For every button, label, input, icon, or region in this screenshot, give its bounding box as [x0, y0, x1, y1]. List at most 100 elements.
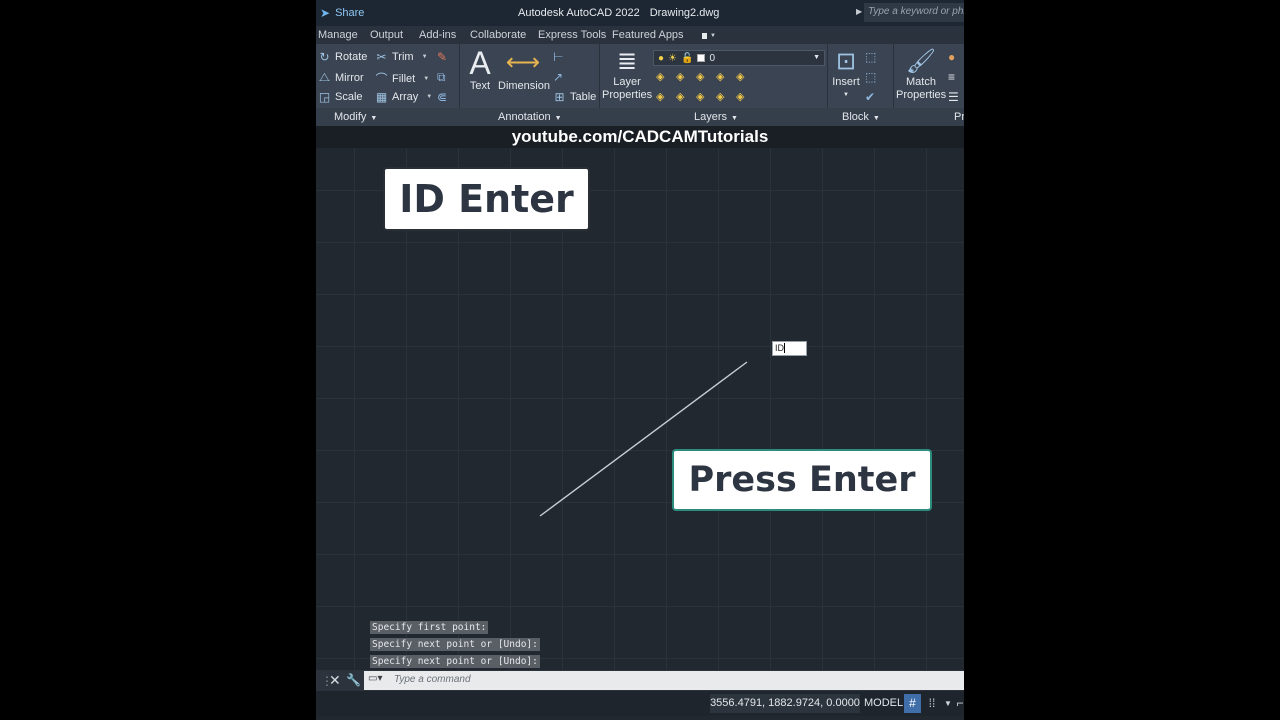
bulb-icon: ● — [658, 52, 665, 64]
chevron-down-icon[interactable]: ▼ — [942, 694, 954, 713]
layer-tool-icon[interactable]: ◈ — [736, 70, 744, 83]
block-panel-title[interactable]: Block ▼ — [842, 111, 880, 123]
lineweight-icon[interactable]: ≡ — [948, 70, 955, 84]
insert-label: Insert — [832, 76, 860, 88]
close-icon[interactable]: ✕ — [329, 672, 341, 689]
table-button[interactable]: ⊞ Table — [553, 90, 596, 104]
offset-icon[interactable]: ⋐ — [437, 90, 447, 104]
command-input[interactable]: ▭▾ Type a command — [364, 671, 964, 690]
edit-block-icon[interactable]: ⬚ — [865, 70, 876, 84]
linear-dimension-icon[interactable]: ⊢ — [553, 50, 563, 64]
share-button[interactable]: ➤ Share — [320, 6, 364, 20]
layer-tool-icon[interactable]: ◈ — [716, 70, 724, 83]
layers-panel-title[interactable]: Layers ▼ — [694, 111, 738, 123]
tab-manage[interactable]: Manage — [318, 29, 358, 41]
fillet-icon: ⌒ — [375, 72, 388, 86]
trim-label: Trim — [392, 51, 414, 63]
array-button[interactable]: ▦ Array ▼ — [375, 90, 432, 104]
layer-dropdown[interactable]: ● ☀ 🔓 0 ▼ — [653, 50, 825, 66]
layers-title-text: Layers — [694, 111, 728, 123]
fillet-button[interactable]: ⌒ Fillet ▼ — [375, 70, 429, 87]
ortho-icon[interactable]: ⌐ — [956, 694, 964, 713]
insert-button[interactable]: ⊡ Insert ▼ — [830, 48, 862, 102]
annotation-title-text: Annotation — [498, 111, 551, 123]
layer-tool-icon[interactable]: ◈ — [696, 70, 704, 83]
model-space-toggle[interactable]: MODEL — [864, 694, 903, 713]
grid-icon[interactable]: # — [904, 694, 921, 713]
wrench-icon[interactable]: 🔧 — [346, 673, 361, 687]
fillet-label: Fillet — [392, 72, 416, 85]
snap-icon[interactable]: ⁞⁞ — [924, 694, 940, 713]
callout-press-enter: Press Enter — [672, 449, 932, 511]
document-name: Drawing2.dwg — [649, 7, 720, 19]
drawing-canvas[interactable]: ID Enter ID Press Enter Specify first po… — [316, 148, 964, 670]
color-swatch — [697, 54, 706, 62]
color-wheel-icon[interactable]: ● — [948, 50, 955, 64]
chevron-down-icon: ▼ — [421, 54, 428, 60]
window-icon — [702, 33, 708, 39]
help-search-input[interactable]: Type a keyword or phrase — [864, 3, 964, 22]
ribbon-tabs: Manage Output Add-ins Collaborate Expres… — [316, 26, 964, 44]
layer-tool-icon[interactable]: ◈ — [736, 90, 744, 103]
insert-block-icon: ⊡ — [835, 48, 857, 75]
ribbon-panel: ↻ Rotate ⧍ Mirror ◲ Scale ✂ Trim ▼ ⌒ Fillet ▼ ▦… — [316, 44, 964, 126]
dimension-label: Dimension — [498, 80, 550, 92]
dimension-button[interactable]: ⟷ Dimension — [498, 46, 550, 93]
layer-tool-icon[interactable]: ◈ — [676, 70, 684, 83]
mirror-button[interactable]: ⧍ Mirror — [318, 70, 364, 85]
command-history-line: Specify next point or [Undo]: — [370, 655, 540, 668]
layer-tool-icon[interactable]: ◈ — [696, 90, 704, 103]
copy-icon[interactable]: ⧉ — [437, 70, 446, 85]
caret-right-icon[interactable]: ▶ — [856, 7, 862, 16]
banner-url-text: youtube.com/CADCAMTutorials — [511, 127, 769, 146]
text-button[interactable]: A Text — [468, 46, 492, 93]
chevron-down-icon: ▼ — [710, 33, 716, 39]
block-title-text: Block — [842, 111, 869, 123]
attribute-icon[interactable]: ✔ — [865, 90, 875, 104]
tab-collaborate[interactable]: Collaborate — [470, 29, 526, 41]
tab-express-tools[interactable]: Express Tools — [538, 29, 606, 41]
layer-properties-label-line1: Layer — [613, 76, 641, 88]
erase-icon[interactable]: ✎ — [437, 50, 447, 64]
command-history-line: Specify next point or [Undo]: — [370, 638, 540, 651]
annotation-panel-title[interactable]: Annotation ▼ — [498, 111, 562, 123]
match-label-line1: Match — [906, 76, 936, 88]
create-block-icon[interactable]: ⬚ — [865, 50, 876, 64]
linetype-icon[interactable]: ☰ — [948, 90, 959, 104]
match-properties-button[interactable]: 🖌 Match Properties — [896, 48, 946, 102]
autocad-window: ➤ Share Autodesk AutoCAD 2022 Drawing2.dw… — [316, 0, 964, 720]
tab-output[interactable]: Output — [370, 29, 403, 41]
rotate-icon: ↻ — [319, 50, 330, 64]
scale-button[interactable]: ◲ Scale — [318, 90, 363, 104]
trim-button[interactable]: ✂ Trim ▼ — [375, 50, 428, 64]
layer-tool-icon[interactable]: ◈ — [716, 90, 724, 103]
array-icon: ▦ — [375, 90, 388, 104]
layer-tool-icon[interactable]: ◈ — [656, 70, 664, 83]
tab-featured-apps[interactable]: Featured Apps — [612, 29, 684, 41]
lock-icon: 🔓 — [681, 52, 694, 64]
scale-label: Scale — [335, 91, 363, 103]
text-cursor — [784, 343, 785, 353]
layer-tool-icon[interactable]: ◈ — [656, 90, 664, 103]
layer-tool-icon[interactable]: ◈ — [676, 90, 684, 103]
modify-title-text: Modify — [334, 111, 367, 123]
modify-panel-title[interactable]: Modify ▼ — [334, 111, 377, 123]
layer-properties-button[interactable]: ≣ Layer Properties — [602, 48, 652, 102]
rotate-button[interactable]: ↻ Rotate — [318, 50, 367, 64]
coordinate-readout[interactable]: 3556.4791, 1882.9724, 0.0000 — [710, 694, 860, 713]
chevron-down-icon: ▼ — [813, 54, 820, 61]
dynamic-input-field[interactable]: ID — [772, 341, 807, 356]
command-prompt-icon[interactable]: ▭▾ — [368, 673, 388, 687]
text-a-icon: A — [469, 45, 491, 81]
title-bar: ➤ Share Autodesk AutoCAD 2022 Drawing2.dw… — [316, 0, 964, 26]
properties-panel-title[interactable]: Pr — [954, 111, 964, 123]
command-placeholder: Type a command — [394, 674, 471, 685]
command-history-line: Specify first point: — [370, 621, 489, 634]
table-icon: ⊞ — [554, 90, 565, 104]
mirror-label: Mirror — [335, 71, 364, 84]
leader-icon[interactable]: ↗ — [553, 70, 563, 84]
current-layer-name: 0 — [709, 52, 716, 64]
command-line: ⋮ ✕ 🔧 ▭▾ Type a command — [316, 670, 964, 691]
workspace-switch[interactable]: ▼ — [702, 32, 716, 40]
tab-add-ins[interactable]: Add-ins — [419, 29, 456, 41]
